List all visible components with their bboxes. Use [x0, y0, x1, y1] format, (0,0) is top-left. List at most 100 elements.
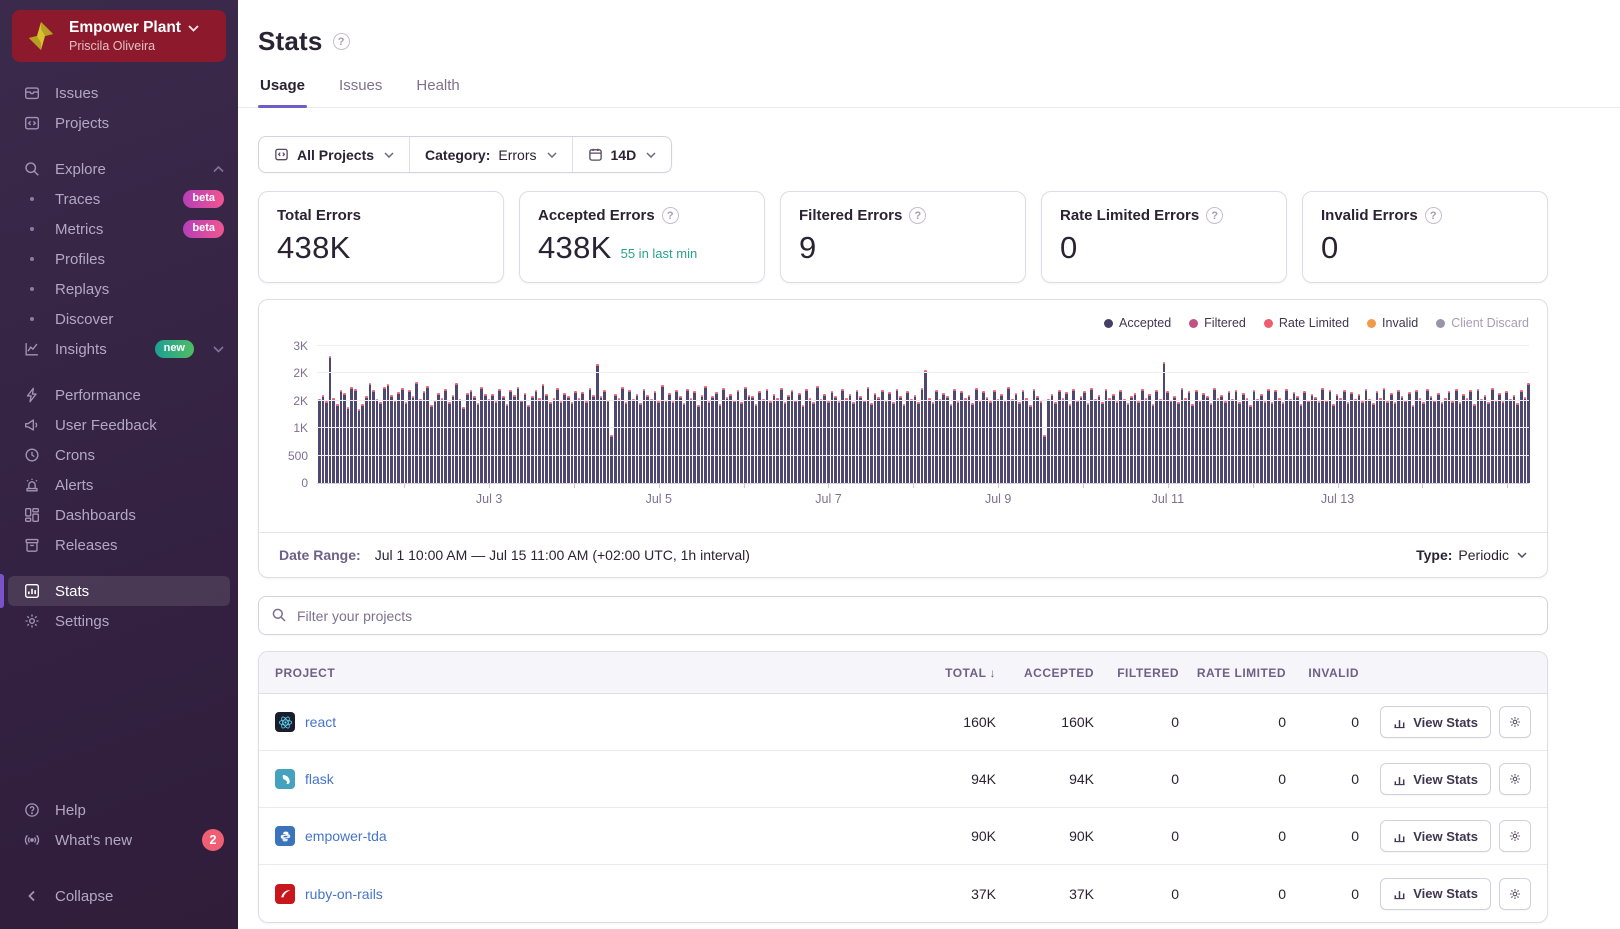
- legend-item[interactable]: Filtered: [1189, 316, 1246, 330]
- sidebar-item-help[interactable]: Help: [0, 795, 238, 825]
- chart-bar: [1487, 402, 1490, 483]
- help-icon[interactable]: ?: [1206, 207, 1223, 224]
- chart-bar: [628, 390, 631, 483]
- sidebar-item-collapse[interactable]: Collapse: [0, 881, 238, 911]
- legend-item[interactable]: Client Discard: [1436, 316, 1529, 330]
- legend-label: Rate Limited: [1279, 316, 1349, 330]
- view-stats-button[interactable]: View Stats: [1380, 706, 1491, 738]
- sidebar-item-settings[interactable]: Settings: [0, 606, 238, 636]
- cell-rate-limited: 0: [1179, 714, 1286, 730]
- legend-item[interactable]: Accepted: [1104, 316, 1171, 330]
- sidebar-bottom: Help What's new 2 Collapse: [0, 795, 238, 911]
- sidebar-item-insights[interactable]: Insights new: [0, 334, 238, 364]
- chart-bar: [1397, 390, 1400, 483]
- chart-bar: [1408, 392, 1411, 483]
- project-settings-button[interactable]: [1499, 706, 1531, 738]
- chart-bar: [1336, 394, 1339, 483]
- project-filter-input[interactable]: [258, 596, 1548, 635]
- cell-accepted: 160K: [996, 714, 1094, 730]
- project-settings-button[interactable]: [1499, 878, 1531, 910]
- type-selector[interactable]: Type: Periodic: [1416, 547, 1527, 563]
- chart-bar: [1459, 402, 1462, 483]
- sidebar-item-profiles[interactable]: Profiles: [0, 244, 238, 274]
- view-stats-button[interactable]: View Stats: [1380, 820, 1491, 852]
- page-help-icon[interactable]: ?: [333, 33, 350, 50]
- chart-bar: [484, 394, 487, 483]
- sidebar-item-metrics[interactable]: Metrics beta: [0, 214, 238, 244]
- sidebar-item-discover[interactable]: Discover: [0, 304, 238, 334]
- sidebar-item-performance[interactable]: Performance: [0, 380, 238, 410]
- sidebar-item-projects[interactable]: Projects: [0, 108, 238, 138]
- date-range-value: 14D: [611, 147, 637, 163]
- chart-bar: [1444, 398, 1447, 483]
- tab-health[interactable]: Health: [414, 77, 461, 107]
- rails-platform-icon: [275, 884, 295, 904]
- empower-plant-logo-icon: [24, 19, 58, 53]
- chart-bar: [794, 400, 797, 483]
- legend-item[interactable]: Rate Limited: [1264, 316, 1349, 330]
- col-accepted[interactable]: ACCEPTED: [996, 666, 1094, 680]
- view-stats-button[interactable]: View Stats: [1380, 763, 1491, 795]
- chart-bar: [1130, 396, 1133, 483]
- chart-bar: [318, 399, 321, 483]
- project-link[interactable]: ruby-on-rails: [305, 886, 383, 902]
- sidebar-item-replays[interactable]: Replays: [0, 274, 238, 304]
- chart-bar: [758, 391, 761, 483]
- chart-bar: [332, 398, 335, 483]
- sidebar-item-traces[interactable]: Traces beta: [0, 184, 238, 214]
- sidebar-item-stats[interactable]: Stats: [8, 576, 230, 606]
- cell-filtered: 0: [1094, 771, 1179, 787]
- stat-card-subtext: 55 in last min: [621, 246, 698, 261]
- sidebar-item-crons[interactable]: Crons: [0, 440, 238, 470]
- category-selector[interactable]: Category: Errors: [409, 137, 571, 172]
- project-selector[interactable]: All Projects: [259, 137, 409, 172]
- help-icon[interactable]: ?: [1425, 207, 1442, 224]
- stats-icon: [22, 582, 42, 600]
- gear-icon: [22, 612, 42, 630]
- help-icon[interactable]: ?: [909, 207, 926, 224]
- chevron-down-icon: [646, 152, 656, 158]
- chart-bar: [957, 401, 960, 483]
- chart-bar: [1321, 388, 1324, 483]
- sidebar-item-explore[interactable]: Explore: [0, 154, 238, 184]
- col-total[interactable]: TOTAL↓: [881, 666, 996, 680]
- project-link[interactable]: react: [305, 714, 336, 730]
- view-stats-button[interactable]: View Stats: [1380, 878, 1491, 910]
- sidebar-item-dashboards[interactable]: Dashboards: [0, 500, 238, 530]
- project-link[interactable]: empower-tda: [305, 828, 387, 844]
- chart-bar: [1253, 390, 1256, 483]
- org-switcher[interactable]: Empower Plant Priscila Oliveira: [12, 10, 226, 62]
- col-invalid[interactable]: INVALID: [1286, 666, 1359, 680]
- beta-badge: beta: [183, 190, 224, 208]
- main-content: Stats ? Usage Issues Health All Projects…: [238, 0, 1620, 929]
- chart-bar: [401, 388, 404, 483]
- col-rate-limited[interactable]: RATE LIMITED: [1179, 666, 1286, 680]
- chart-bar: [527, 405, 530, 483]
- tab-issues[interactable]: Issues: [337, 77, 384, 107]
- project-settings-button[interactable]: [1499, 820, 1531, 852]
- sidebar-item-whats-new[interactable]: What's new 2: [0, 825, 238, 855]
- legend-item[interactable]: Invalid: [1367, 316, 1418, 330]
- chart-bar: [787, 395, 790, 483]
- project-settings-button[interactable]: [1499, 763, 1531, 795]
- chart-bar: [1235, 390, 1238, 483]
- stat-card-value: 438K: [538, 230, 612, 266]
- project-link[interactable]: flask: [305, 771, 334, 787]
- sidebar-item-issues[interactable]: Issues: [0, 78, 238, 108]
- sidebar-item-releases[interactable]: Releases: [0, 530, 238, 560]
- tab-usage[interactable]: Usage: [258, 77, 307, 107]
- help-icon[interactable]: ?: [662, 207, 679, 224]
- chart-bar: [1217, 398, 1220, 483]
- date-range-selector[interactable]: 14D: [572, 137, 672, 172]
- chart-bar: [1101, 402, 1104, 483]
- chart-bar: [805, 389, 808, 483]
- chart-bar: [1274, 390, 1277, 483]
- sidebar-item-label: Metrics: [55, 221, 170, 238]
- chart-bar: [336, 404, 339, 483]
- sidebar-item-alerts[interactable]: Alerts: [0, 470, 238, 500]
- chart-bar: [986, 397, 989, 483]
- col-filtered[interactable]: FILTERED: [1094, 666, 1179, 680]
- sidebar-item-user-feedback[interactable]: User Feedback: [0, 410, 238, 440]
- chart-bar: [1105, 389, 1108, 483]
- chart-bar: [1505, 391, 1508, 483]
